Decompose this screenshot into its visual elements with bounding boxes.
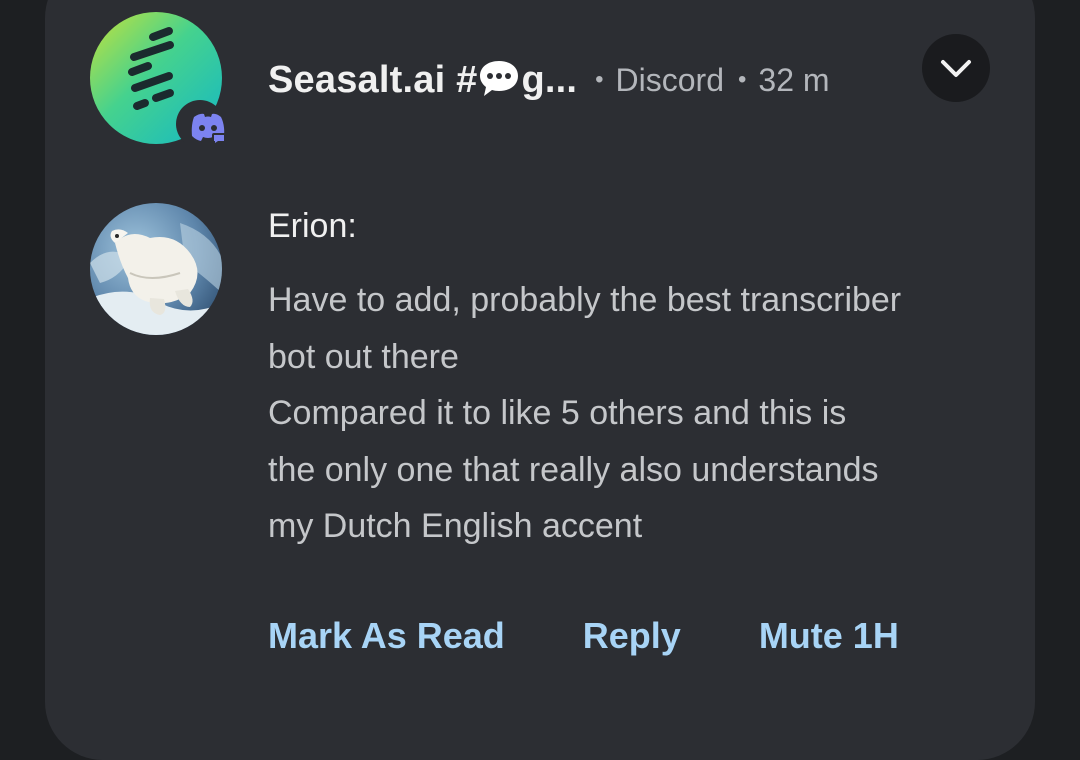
sender-name: Erion:: [268, 207, 357, 245]
separator-dot: •: [738, 66, 747, 93]
channel-name: Seasalt.ai #: [268, 59, 478, 101]
mute-button[interactable]: Mute 1H: [759, 615, 899, 657]
channel-name-truncated: g...: [521, 59, 578, 101]
notification-header: Seasalt.ai # g... • Discord • 32 m: [268, 52, 830, 108]
expand-button[interactable]: [922, 34, 990, 102]
chevron-down-icon: [941, 60, 971, 77]
discord-icon: [191, 113, 226, 143]
speech-bubble-icon: [480, 61, 519, 96]
timestamp: 32 m: [758, 61, 830, 98]
notification-actions: Mark As Read Reply Mute 1H: [268, 608, 899, 664]
message-line: the only one that really also understand…: [268, 450, 879, 489]
mark-as-read-button[interactable]: Mark As Read: [268, 615, 505, 657]
message-line: my Dutch English accent: [268, 507, 643, 545]
avatar: [90, 203, 222, 335]
discord-badge: [188, 111, 228, 143]
message-line: Compared it to like 5 others and this is: [268, 394, 847, 432]
message-line: bot out there: [268, 337, 459, 376]
app-name: Discord: [615, 61, 724, 98]
separator-dot: •: [595, 66, 604, 93]
message-body: Have to add, probably the best transcrib…: [268, 272, 1008, 555]
reply-button[interactable]: Reply: [583, 615, 681, 657]
message-line: Have to add, probably the best transcrib…: [268, 281, 902, 319]
notification-title: Seasalt.ai # g...: [268, 58, 577, 102]
